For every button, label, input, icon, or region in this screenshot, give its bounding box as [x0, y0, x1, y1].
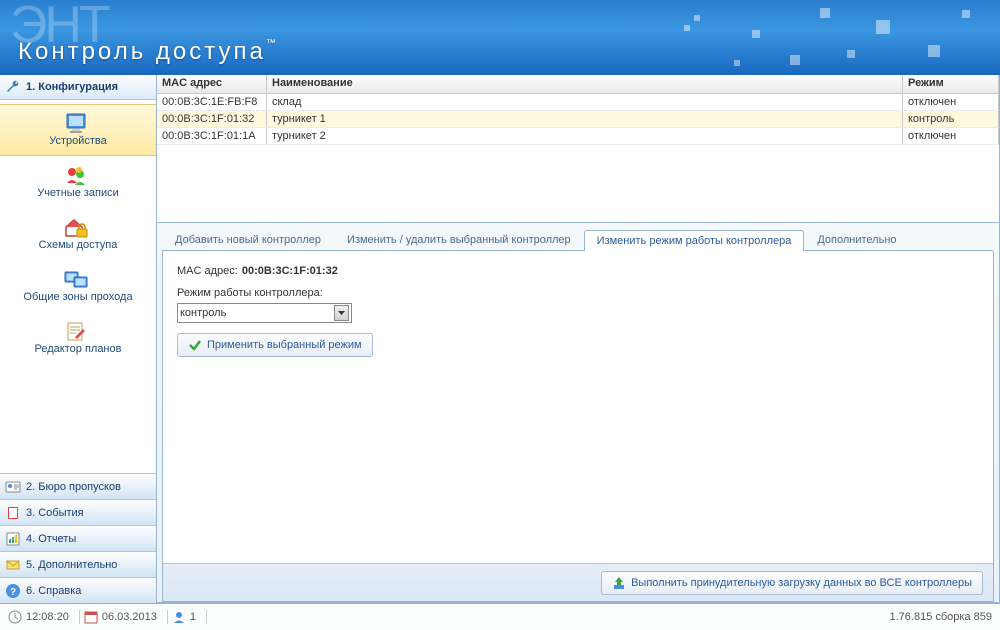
tab-extra[interactable]: Дополнительно [804, 229, 909, 250]
sidebar-section-config[interactable]: 1. Конфигурация [0, 75, 156, 100]
cell-mode: отключен [903, 128, 999, 144]
sidebar-item-label: Устройства [49, 135, 107, 147]
mode-label: Режим работы контроллера: [177, 287, 979, 299]
grid-header: MAC адрес Наименование Режим [157, 75, 999, 94]
tab-strip: Добавить новый контроллер Изменить / уда… [162, 229, 994, 250]
cell-mode: отключен [903, 94, 999, 110]
sidebar-item-devices[interactable]: Устройства [0, 104, 156, 156]
col-mac-header[interactable]: MAC адрес [157, 75, 267, 94]
sidebar-item-schemes[interactable]: Схемы доступа [0, 208, 156, 260]
sidebar-bottom-label: 5. Дополнительно [26, 559, 117, 571]
tabs-container: Добавить новый контроллер Изменить / уда… [157, 223, 999, 602]
chart-icon [5, 531, 21, 547]
app-title: Контроль доступа™ [18, 38, 279, 66]
sidebar-section-events[interactable]: 3. События [0, 499, 156, 525]
sidebar-item-label: Общие зоны прохода [23, 291, 132, 303]
sidebar-section-reports[interactable]: 4. Отчеты [0, 525, 156, 551]
book-icon [5, 505, 21, 521]
mail-icon [5, 557, 21, 573]
apply-mode-button[interactable]: Применить выбранный режим [177, 333, 373, 357]
devices-grid: MAC адрес Наименование Режим 00:0B:3C:1E… [157, 75, 999, 223]
cell-mac: 00:0B:3C:1F:01:32 [157, 111, 267, 127]
wrench-icon [5, 79, 21, 95]
col-mode-header[interactable]: Режим [903, 75, 999, 94]
status-date: 06.03.2013 [84, 610, 168, 624]
mode-combobox[interactable]: контроль [177, 303, 352, 323]
cell-mac: 00:0B:3C:1E:FB:F8 [157, 94, 267, 110]
tab-change-mode[interactable]: Изменить режим работы контроллера [584, 230, 805, 251]
content-area: MAC адрес Наименование Режим 00:0B:3C:1E… [157, 75, 1000, 603]
force-upload-label: Выполнить принудительную загрузку данных… [631, 577, 972, 589]
status-users-value: 1 [190, 611, 196, 623]
badge-icon [5, 479, 21, 495]
sidebar-section-help[interactable]: ? 6. Справка [0, 577, 156, 603]
tab-add-controller[interactable]: Добавить новый контроллер [162, 229, 334, 250]
sidebar: 1. Конфигурация Устройства Учетные запис… [0, 75, 157, 603]
sidebar-bottom-label: 4. Отчеты [26, 533, 76, 545]
status-users: 1 [172, 610, 207, 624]
app-header: ЭНТ Контроль доступа™ [0, 0, 1000, 75]
force-upload-button[interactable]: Выполнить принудительную загрузку данных… [601, 571, 983, 595]
upload-icon [612, 576, 626, 590]
sidebar-section-label: 1. Конфигурация [26, 81, 118, 93]
user-icon [172, 610, 186, 624]
mac-value: 00:0B:3C:1F:01:32 [242, 265, 338, 277]
cell-mac: 00:0B:3C:1F:01:1A [157, 128, 267, 144]
cell-name: склад [267, 94, 903, 110]
status-bar: 12:08:20 06.03.2013 1 1.76.815 сборка 85… [0, 603, 1000, 630]
check-icon [188, 338, 202, 352]
status-date-value: 06.03.2013 [102, 611, 157, 623]
mac-label: MAC адрес: [177, 265, 238, 277]
sidebar-bottom-label: 6. Справка [26, 585, 81, 597]
calendar-icon [84, 610, 98, 624]
clock-icon [8, 610, 22, 624]
status-version: 1.76.815 сборка 859 [890, 611, 993, 623]
sidebar-item-accounts[interactable]: Учетные записи [0, 156, 156, 208]
table-row[interactable]: 00:0B:3C:1F:01:32 турникет 1 контроль [157, 111, 999, 128]
sidebar-section-passes[interactable]: 2. Бюро пропусков [0, 473, 156, 499]
cell-name: турникет 1 [267, 111, 903, 127]
cell-name: турникет 2 [267, 128, 903, 144]
users-icon [63, 165, 89, 187]
doc-edit-icon [63, 321, 89, 343]
apply-label: Применить выбранный режим [207, 339, 362, 351]
sidebar-item-label: Схемы доступа [39, 239, 118, 251]
sidebar-item-label: Редактор планов [35, 343, 122, 355]
sidebar-items: Устройства Учетные записи Схемы доступа … [0, 100, 156, 473]
mac-line: MAC адрес: 00:0B:3C:1F:01:32 [177, 265, 979, 277]
col-name-header[interactable]: Наименование [267, 75, 903, 94]
tab-body: MAC адрес: 00:0B:3C:1F:01:32 Режим работ… [162, 250, 994, 602]
table-row[interactable]: 00:0B:3C:1F:01:1A турникет 2 отключен [157, 128, 999, 145]
cell-mode: контроль [903, 111, 999, 127]
grid-body: 00:0B:3C:1E:FB:F8 склад отключен 00:0B:3… [157, 94, 999, 222]
sidebar-section-extra[interactable]: 5. Дополнительно [0, 551, 156, 577]
svg-text:?: ? [10, 587, 16, 598]
sidebar-item-zones[interactable]: Общие зоны прохода [0, 260, 156, 312]
sidebar-bottom-label: 2. Бюро пропусков [26, 481, 121, 493]
status-time-value: 12:08:20 [26, 611, 69, 623]
sidebar-bottom-label: 3. События [26, 507, 84, 519]
sidebar-item-label: Учетные записи [37, 187, 119, 199]
content-bottom-bar: Выполнить принудительную загрузку данных… [163, 563, 993, 601]
table-row[interactable]: 00:0B:3C:1E:FB:F8 склад отключен [157, 94, 999, 111]
help-icon: ? [5, 583, 21, 599]
header-decoration [550, 0, 1000, 75]
house-lock-icon [63, 217, 89, 239]
status-time: 12:08:20 [8, 610, 80, 624]
chevron-down-icon [334, 305, 349, 321]
combo-value: контроль [180, 307, 226, 319]
sidebar-item-plans[interactable]: Редактор планов [0, 312, 156, 364]
monitors-icon [63, 269, 89, 291]
tab-edit-controller[interactable]: Изменить / удалить выбранный контроллер [334, 229, 584, 250]
monitor-icon [63, 113, 89, 135]
